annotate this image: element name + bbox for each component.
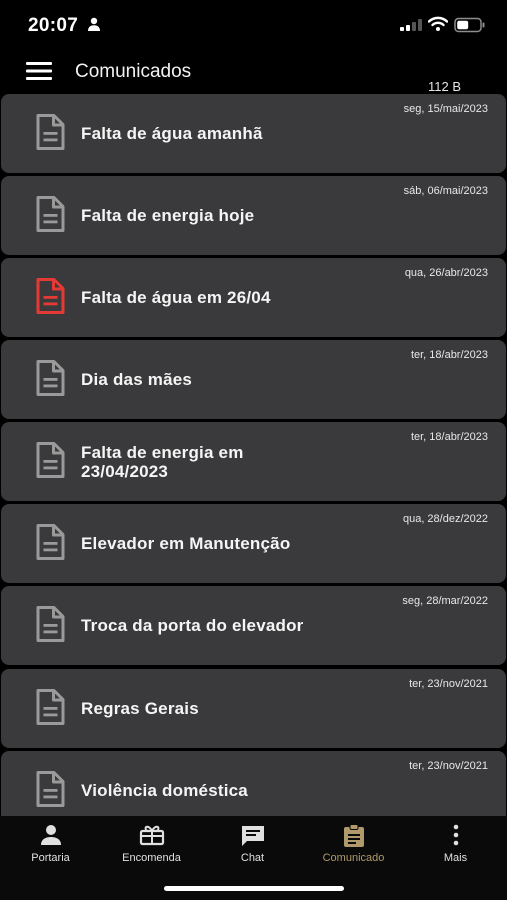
- battery-icon: [454, 17, 485, 33]
- notice-card[interactable]: sáb, 06/mai/2023 Falta de energia hoje: [1, 176, 506, 255]
- document-icon: [36, 442, 65, 478]
- tab-label: Portaria: [31, 852, 70, 864]
- package-icon: [139, 825, 164, 846]
- notice-title: Elevador em Manutenção: [81, 534, 291, 553]
- document-icon: [36, 196, 65, 232]
- tab-label: Mais: [443, 852, 468, 864]
- document-icon: [36, 360, 65, 396]
- notice-date: seg, 15/mai/2023: [403, 103, 488, 115]
- notice-date: seg, 28/mar/2022: [402, 595, 488, 607]
- status-bar: 20:07: [0, 0, 507, 50]
- notice-date: sáb, 06/mai/2023: [403, 185, 488, 197]
- tab-label: Chat: [240, 852, 265, 864]
- notice-title: Falta de energia em 23/04/2023: [81, 442, 244, 481]
- tab-comunicado[interactable]: Comunicado: [303, 816, 404, 876]
- app-header: Comunicados 112 B: [0, 50, 507, 94]
- notice-date: ter, 23/nov/2021: [409, 678, 488, 690]
- notice-card[interactable]: ter, 18/abr/2023 Falta de energia em 23/…: [1, 422, 506, 501]
- document-icon: [36, 771, 65, 807]
- notice-date: ter, 18/abr/2023: [410, 431, 488, 443]
- home-indicator[interactable]: [164, 886, 344, 891]
- notice-card[interactable]: qua, 26/abr/2023 Falta de água em 26/04: [1, 258, 506, 337]
- document-icon: [36, 606, 65, 642]
- notice-title: Falta de energia hoje: [81, 206, 255, 225]
- notice-date: ter, 18/abr/2023: [410, 349, 488, 361]
- notice-title: Dia das mães: [81, 370, 193, 389]
- tab-mais[interactable]: Mais: [405, 816, 506, 876]
- notice-title: Troca da porta do elevador: [81, 616, 304, 635]
- notice-list[interactable]: seg, 15/mai/2023 Falta de água amanhã sá…: [0, 94, 507, 816]
- person-icon: [40, 825, 61, 845]
- notice-title: Violência doméstica: [81, 781, 248, 800]
- unit-label: 112 B: [427, 79, 461, 94]
- tab-label: Encomenda: [122, 852, 181, 864]
- notice-title: Regras Gerais: [81, 699, 199, 718]
- notice-card[interactable]: seg, 15/mai/2023 Falta de água amanhã: [1, 94, 506, 173]
- notice-date: ter, 23/nov/2021: [409, 760, 488, 772]
- tab-label: Comunicado: [322, 852, 385, 864]
- document-unread-icon: [36, 278, 65, 314]
- clipboard-icon: [343, 824, 364, 847]
- notice-title: Falta de água amanhã: [81, 124, 263, 143]
- page-title: Comunicados: [75, 61, 192, 82]
- notice-card[interactable]: qua, 28/dez/2022 Elevador em Manutenção: [1, 504, 506, 583]
- document-icon: [36, 524, 65, 560]
- notice-card[interactable]: seg, 28/mar/2022 Troca da porta do eleva…: [1, 586, 506, 665]
- signal-icon: [400, 19, 422, 31]
- notice-card[interactable]: ter, 23/nov/2021 Violência doméstica: [1, 751, 506, 816]
- tab-encomenda[interactable]: Encomenda: [101, 816, 202, 876]
- notice-card[interactable]: ter, 18/abr/2023 Dia das mães: [1, 340, 506, 419]
- wifi-icon: [428, 16, 448, 31]
- status-time: 20:07: [28, 15, 79, 36]
- tab-portaria[interactable]: Portaria: [0, 816, 101, 876]
- menu-icon[interactable]: [26, 61, 52, 81]
- tab-chat[interactable]: Chat: [202, 816, 303, 876]
- notice-date: qua, 26/abr/2023: [404, 267, 488, 279]
- chat-icon: [241, 826, 264, 846]
- notice-title: Falta de água em 26/04: [81, 288, 271, 307]
- person-icon: [88, 17, 100, 31]
- tab-bar: Portaria Encomenda Chat Comunicado Mais: [0, 816, 507, 900]
- notice-date: qua, 28/dez/2022: [402, 513, 488, 525]
- document-icon: [36, 689, 65, 725]
- document-icon: [36, 114, 65, 150]
- notice-card[interactable]: ter, 23/nov/2021 Regras Gerais: [1, 669, 506, 748]
- more-vertical-icon: [453, 824, 458, 846]
